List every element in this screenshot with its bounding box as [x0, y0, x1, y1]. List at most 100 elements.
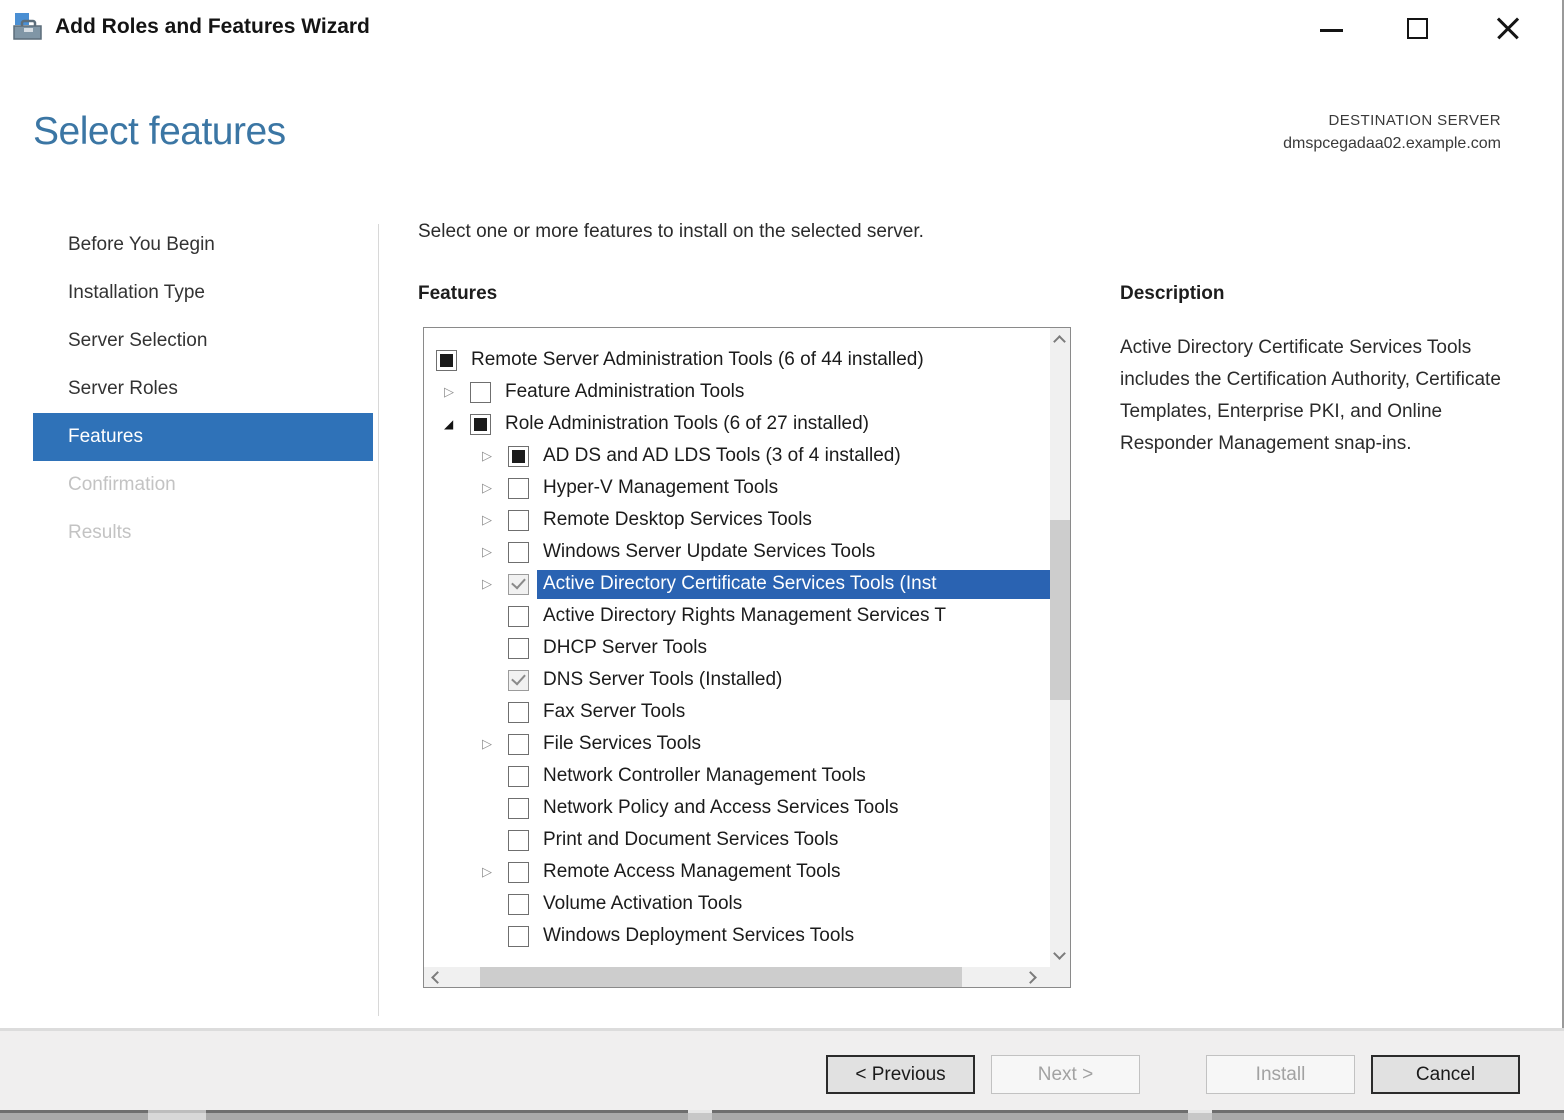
- destination-server-label: DESTINATION SERVER: [1283, 112, 1501, 129]
- sidebar-item-confirmation: Confirmation: [33, 461, 373, 509]
- horizontal-scrollbar[interactable]: [424, 967, 1070, 987]
- expander-collapsed-icon[interactable]: [482, 510, 508, 530]
- sidebar-item-server-selection[interactable]: Server Selection: [33, 317, 373, 365]
- expander-collapsed-icon[interactable]: [482, 542, 508, 562]
- checkbox-unchecked[interactable]: [508, 702, 529, 723]
- checkbox-indeterminate[interactable]: [436, 350, 457, 371]
- tree-item-label: Feature Administration Tools: [499, 378, 1050, 407]
- maximize-button[interactable]: [1402, 12, 1434, 44]
- tree-row[interactable]: Feature Administration Tools: [424, 376, 1050, 408]
- tree-row[interactable]: Remote Server Administration Tools (6 of…: [424, 344, 1050, 376]
- scroll-down-icon[interactable]: [1053, 947, 1066, 960]
- tree-row[interactable]: Network Controller Management Tools: [424, 760, 1050, 792]
- window-title: Add Roles and Features Wizard: [55, 15, 370, 39]
- scroll-right-icon[interactable]: [1024, 971, 1037, 984]
- expander-collapsed-icon[interactable]: [444, 382, 470, 402]
- tree-row[interactable]: Active Directory Rights Management Servi…: [424, 600, 1050, 632]
- title-bar[interactable]: Add Roles and Features Wizard: [0, 0, 1564, 58]
- wizard-steps-sidebar: Before You Begin Installation Type Serve…: [33, 221, 373, 557]
- tree-item-label: Windows Server Update Services Tools: [537, 538, 1050, 567]
- taskbar-edge: [0, 1110, 1564, 1120]
- sidebar-divider: [378, 224, 379, 1016]
- checkbox-unchecked[interactable]: [508, 862, 529, 883]
- checkbox-unchecked[interactable]: [508, 478, 529, 499]
- taskbar-segment: [688, 1110, 712, 1120]
- wizard-window: Add Roles and Features Wizard Select fea…: [0, 0, 1564, 1120]
- page-title: Select features: [33, 110, 286, 154]
- maximize-icon: [1407, 18, 1428, 39]
- expander-expanded-icon[interactable]: [444, 414, 470, 434]
- destination-server-block: DESTINATION SERVER dmspcegadaa02.example…: [1283, 112, 1501, 153]
- tree-item-label: Remote Server Administration Tools (6 of…: [465, 346, 1050, 375]
- tree-item-label: Network Controller Management Tools: [537, 762, 1050, 791]
- expander-collapsed-icon[interactable]: [482, 862, 508, 882]
- checkbox-unchecked[interactable]: [508, 542, 529, 563]
- scroll-left-icon[interactable]: [431, 971, 444, 984]
- previous-button[interactable]: < Previous: [826, 1055, 975, 1094]
- checkbox-unchecked[interactable]: [508, 798, 529, 819]
- sidebar-item-features[interactable]: Features: [33, 413, 373, 461]
- expander-collapsed-icon[interactable]: [482, 734, 508, 754]
- checkbox-unchecked[interactable]: [508, 638, 529, 659]
- tree-item-label: Windows Deployment Services Tools: [537, 922, 1050, 951]
- app-toolbox-icon: [12, 12, 44, 44]
- tree-item-label: Network Policy and Access Services Tools: [537, 794, 1050, 823]
- checkbox-unchecked[interactable]: [508, 766, 529, 787]
- minimize-button[interactable]: [1316, 12, 1348, 44]
- tree-item-label: File Services Tools: [537, 730, 1050, 759]
- tree-row-selected[interactable]: Active Directory Certificate Services To…: [424, 568, 1050, 600]
- features-tree-rows: Remote Server Administration Tools (6 of…: [424, 328, 1050, 967]
- checkbox-indeterminate[interactable]: [508, 446, 529, 467]
- checkbox-unchecked[interactable]: [508, 926, 529, 947]
- scroll-up-icon[interactable]: [1053, 335, 1066, 348]
- tree-row[interactable]: Network Policy and Access Services Tools: [424, 792, 1050, 824]
- sidebar-item-before-you-begin[interactable]: Before You Begin: [33, 221, 373, 269]
- sidebar-item-installation-type[interactable]: Installation Type: [33, 269, 373, 317]
- checkbox-unchecked[interactable]: [508, 510, 529, 531]
- checkbox-unchecked[interactable]: [508, 830, 529, 851]
- tree-row[interactable]: DHCP Server Tools: [424, 632, 1050, 664]
- checkbox-indeterminate[interactable]: [470, 414, 491, 435]
- minimize-icon: [1320, 29, 1343, 32]
- tree-item-label: Active Directory Rights Management Servi…: [537, 602, 1050, 631]
- tree-row[interactable]: Hyper-V Management Tools: [424, 472, 1050, 504]
- checkbox-unchecked[interactable]: [508, 734, 529, 755]
- checkbox-checked[interactable]: [508, 670, 529, 691]
- tree-item-label: Hyper-V Management Tools: [537, 474, 1050, 503]
- cancel-button[interactable]: Cancel: [1371, 1055, 1520, 1094]
- tree-item-label: Fax Server Tools: [537, 698, 1050, 727]
- tree-row[interactable]: File Services Tools: [424, 728, 1050, 760]
- tree-row[interactable]: Volume Activation Tools: [424, 888, 1050, 920]
- sidebar-item-results: Results: [33, 509, 373, 557]
- description-text: Active Directory Certificate Services To…: [1120, 332, 1518, 460]
- page-intro-text: Select one or more features to install o…: [418, 221, 924, 243]
- horizontal-scrollbar-thumb[interactable]: [480, 967, 962, 987]
- tree-row[interactable]: Print and Document Services Tools: [424, 824, 1050, 856]
- vertical-scrollbar[interactable]: [1050, 328, 1070, 967]
- tree-row[interactable]: Windows Server Update Services Tools: [424, 536, 1050, 568]
- checkbox-unchecked[interactable]: [508, 894, 529, 915]
- features-section-label: Features: [418, 283, 497, 305]
- close-button[interactable]: [1492, 12, 1524, 44]
- checkbox-checked[interactable]: [508, 574, 529, 595]
- description-heading: Description: [1120, 283, 1225, 305]
- checkbox-unchecked[interactable]: [470, 382, 491, 403]
- tree-row[interactable]: Windows Deployment Services Tools: [424, 920, 1050, 952]
- tree-item-label: Remote Access Management Tools: [537, 858, 1050, 887]
- tree-item-label: Print and Document Services Tools: [537, 826, 1050, 855]
- tree-row[interactable]: Role Administration Tools (6 of 27 insta…: [424, 408, 1050, 440]
- taskbar-segment: [1188, 1110, 1212, 1120]
- tree-row[interactable]: Remote Access Management Tools: [424, 856, 1050, 888]
- checkbox-unchecked[interactable]: [508, 606, 529, 627]
- tree-row[interactable]: Fax Server Tools: [424, 696, 1050, 728]
- expander-collapsed-icon[interactable]: [482, 478, 508, 498]
- vertical-scrollbar-thumb[interactable]: [1050, 520, 1070, 700]
- tree-row[interactable]: DNS Server Tools (Installed): [424, 664, 1050, 696]
- expander-collapsed-icon[interactable]: [482, 574, 508, 594]
- tree-row[interactable]: Remote Desktop Services Tools: [424, 504, 1050, 536]
- taskbar-segment: [148, 1110, 206, 1120]
- tree-item-label: Remote Desktop Services Tools: [537, 506, 1050, 535]
- sidebar-item-server-roles[interactable]: Server Roles: [33, 365, 373, 413]
- expander-collapsed-icon[interactable]: [482, 446, 508, 466]
- tree-row[interactable]: AD DS and AD LDS Tools (3 of 4 installed…: [424, 440, 1050, 472]
